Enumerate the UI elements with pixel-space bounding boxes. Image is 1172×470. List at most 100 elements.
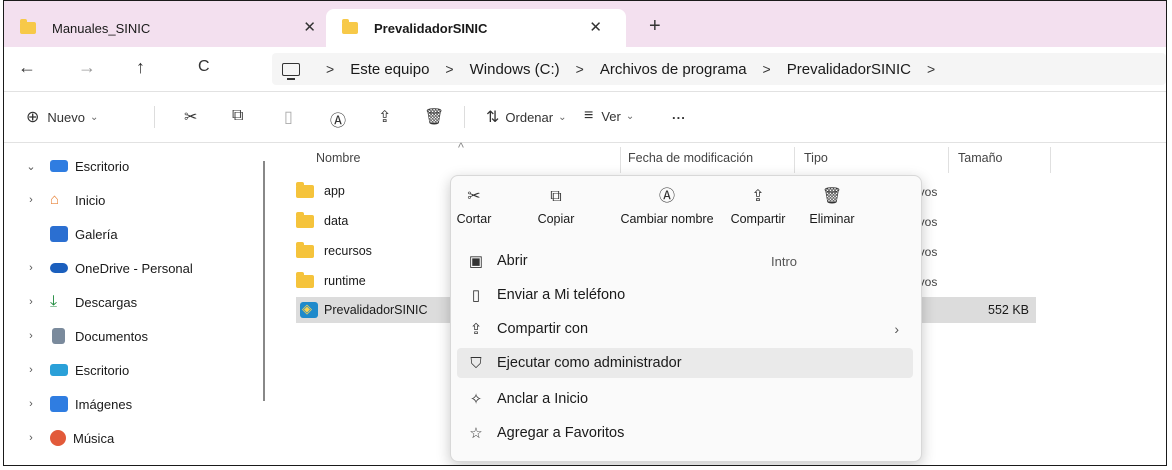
- folder-icon: [296, 211, 314, 228]
- menu-item-agregar-favoritos[interactable]: ☆ Agregar a Favoritos: [457, 418, 913, 448]
- plus-circle-icon: ⊕: [26, 109, 40, 126]
- shield-icon: ⛉: [470, 354, 482, 372]
- breadcrumb-item[interactable]: Este equipo: [350, 61, 429, 78]
- menu-item-compartir-con[interactable]: ⇪ Compartir con ›: [457, 314, 913, 344]
- tab-manuales-sinic[interactable]: Manuales_SINIC ✕: [20, 9, 330, 47]
- rename-icon: Ⓐ: [330, 113, 347, 130]
- pin-icon: ✧: [469, 391, 483, 408]
- cloud-icon: [50, 263, 68, 273]
- menu-item-anclar-inicio[interactable]: ✧ Anclar a Inicio: [457, 384, 913, 414]
- chevron-right-icon[interactable]: ›: [20, 330, 42, 342]
- back-button[interactable]: ←: [18, 57, 36, 78]
- chevron-right-icon[interactable]: ›: [20, 364, 42, 376]
- address-row: ← → ↑ C > Este equipo > Windows (C:) > A…: [4, 47, 1166, 92]
- sidebar-item-imagenes[interactable]: › Imágenes: [4, 389, 132, 419]
- share-icon: ⇪: [378, 109, 392, 126]
- chevron-down-icon: ⌄: [625, 110, 635, 122]
- up-button[interactable]: ↑: [136, 57, 145, 78]
- close-icon[interactable]: ✕: [303, 18, 316, 36]
- file-row-app[interactable]: app: [296, 178, 345, 204]
- share-button[interactable]: ⇪: [378, 107, 391, 127]
- column-header-size[interactable]: Tamaño: [958, 151, 1002, 165]
- trash-icon: 🗑: [424, 109, 445, 126]
- scissors-icon: ✂: [184, 109, 198, 126]
- menu-item-enviar-telefono[interactable]: ▯ Enviar a Mi teléfono: [457, 280, 913, 310]
- trash-icon: 🗑: [821, 188, 843, 205]
- close-icon[interactable]: ✕: [589, 18, 602, 36]
- chevron-right-icon: >: [575, 61, 584, 77]
- file-row-prevalidadorsinic[interactable]: PrevalidadorSINIC: [300, 297, 428, 323]
- file-row-runtime[interactable]: runtime: [296, 268, 366, 294]
- column-header-modified[interactable]: Fecha de modificación: [628, 151, 753, 165]
- sidebar-item-inicio[interactable]: › ⌂ Inicio: [4, 185, 105, 215]
- breadcrumb-item[interactable]: PrevalidadorSINIC: [787, 61, 911, 78]
- home-icon: ⌂: [50, 191, 60, 208]
- sidebar-scrollbar[interactable]: [263, 161, 265, 401]
- desktop-icon: [50, 364, 68, 376]
- tab-title: PrevalidadorSINIC: [374, 20, 488, 36]
- sidebar-item-documentos[interactable]: › Documentos: [4, 321, 148, 351]
- new-button[interactable]: ⊕ Nuevo ⌄: [26, 107, 98, 127]
- chevron-down-icon: ⌄: [89, 111, 99, 123]
- sidebar-item-onedrive[interactable]: › OneDrive - Personal: [4, 253, 193, 283]
- new-tab-button[interactable]: +: [649, 15, 661, 38]
- sidebar-item-descargas[interactable]: › ⤓ Descargas: [4, 287, 137, 317]
- scissors-icon: ✂: [467, 188, 481, 205]
- sidebar-item-musica[interactable]: › Música: [4, 423, 114, 453]
- copy-action[interactable]: ⧉ Copiar: [511, 186, 601, 226]
- cut-action[interactable]: ✂ Cortar: [429, 186, 519, 226]
- copy-icon: ⧉: [550, 188, 562, 205]
- breadcrumb-item[interactable]: Windows (C:): [470, 61, 560, 78]
- command-bar: ⊕ Nuevo ⌄ ✂ ⧉ ▯ Ⓐ ⇪ 🗑 ⇅ Ordenar ⌄ ≡ Ver …: [4, 92, 1166, 143]
- chevron-right-icon[interactable]: ›: [20, 296, 42, 308]
- context-menu: ✂ Cortar ⧉ Copiar Ⓐ Cambiar nombre ⇪ Com…: [450, 175, 922, 462]
- cut-button[interactable]: ✂: [184, 107, 197, 127]
- documents-icon: [52, 328, 65, 344]
- desktop-icon: [50, 160, 68, 172]
- delete-action[interactable]: 🗑 Eliminar: [787, 186, 877, 226]
- shortcut-label: Intro: [771, 253, 798, 269]
- gallery-icon: [50, 226, 68, 242]
- rename-action[interactable]: Ⓐ Cambiar nombre: [607, 186, 727, 226]
- copy-button[interactable]: ⧉: [232, 107, 243, 125]
- menu-item-ejecutar-administrador[interactable]: ⛉ Ejecutar como administrador: [457, 348, 913, 378]
- folder-icon: [296, 241, 314, 258]
- breadcrumb-item[interactable]: Archivos de programa: [600, 61, 747, 78]
- open-icon: ▣: [468, 253, 484, 270]
- chevron-right-icon: >: [445, 61, 454, 77]
- chevron-right-icon[interactable]: ›: [20, 262, 42, 274]
- rename-button[interactable]: Ⓐ: [330, 107, 346, 131]
- more-options-button[interactable]: ...: [672, 107, 686, 122]
- refresh-button[interactable]: C: [198, 58, 210, 76]
- view-button[interactable]: ≡ Ver ⌄: [584, 107, 634, 125]
- folder-icon: [296, 181, 314, 198]
- chevron-right-icon[interactable]: >: [927, 61, 935, 77]
- menu-item-abrir[interactable]: ▣ Abrir Intro: [457, 246, 913, 276]
- chevron-right-icon[interactable]: ›: [20, 432, 42, 444]
- sidebar-item-galeria[interactable]: Galería: [4, 219, 118, 249]
- chevron-right-icon[interactable]: ›: [20, 398, 42, 410]
- sidebar-item-escritorio[interactable]: ⌄ Escritorio: [4, 151, 129, 181]
- share-icon: ⇪: [469, 321, 483, 338]
- chevron-right-icon[interactable]: ›: [20, 194, 42, 206]
- file-row-data[interactable]: data: [296, 208, 348, 234]
- sort-up-icon: ^: [458, 141, 464, 155]
- delete-button[interactable]: 🗑: [424, 107, 444, 127]
- column-header-name[interactable]: Nombre: [316, 151, 360, 165]
- tab-prevalidador-sinic[interactable]: PrevalidadorSINIC ✕: [326, 9, 626, 47]
- address-bar[interactable]: > Este equipo > Windows (C:) > Archivos …: [272, 53, 1166, 85]
- paste-button[interactable]: ▯: [284, 107, 293, 127]
- navigation-pane: ⌄ Escritorio › ⌂ Inicio Galería › OneDri…: [4, 143, 266, 465]
- file-row-recursos[interactable]: recursos: [296, 238, 372, 264]
- forward-button[interactable]: →: [78, 57, 96, 78]
- column-header-type[interactable]: Tipo: [804, 151, 828, 165]
- star-icon: ☆: [469, 425, 483, 442]
- phone-icon: ▯: [471, 287, 481, 304]
- file-explorer-window: Manuales_SINIC ✕ PrevalidadorSINIC ✕ + ←…: [3, 0, 1167, 466]
- application-icon: [300, 301, 318, 318]
- chevron-down-icon: ⌄: [558, 111, 567, 123]
- sort-icon: ⇅: [486, 109, 500, 126]
- sort-button[interactable]: ⇅ Ordenar ⌄: [486, 107, 567, 127]
- sidebar-item-escritorio-2[interactable]: › Escritorio: [4, 355, 129, 385]
- chevron-down-icon[interactable]: ⌄: [20, 160, 42, 173]
